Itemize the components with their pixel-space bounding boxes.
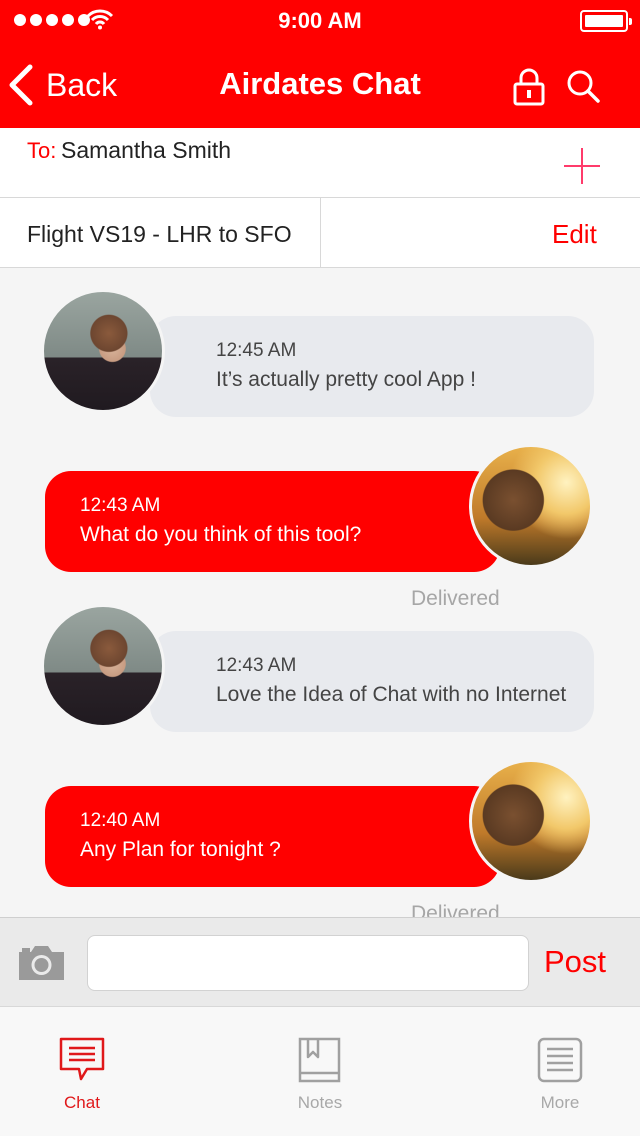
chat-icon [59,1037,105,1081]
avatar[interactable] [41,604,165,728]
lock-icon[interactable] [512,66,546,106]
edit-button[interactable]: Edit [552,219,597,250]
notes-icon [298,1037,341,1083]
message-bubble-outgoing[interactable]: 12:40 AM Any Plan for tonight ? [45,786,500,887]
flight-bar: Flight VS19 - LHR to SFO Edit [0,198,640,268]
search-icon[interactable] [565,68,601,104]
tab-more[interactable]: More [480,1007,640,1136]
message-text: Love the Idea of Chat with no Internet [216,683,567,706]
tab-label: Chat [64,1093,100,1112]
avatar[interactable] [41,289,165,413]
post-button[interactable]: Post [544,944,606,980]
message-text: Any Plan for tonight ? [80,838,281,861]
tab-bar: Chat Notes More [0,1006,640,1136]
app-header: 9:00 AM Back Airdates Chat [0,0,640,128]
message-time: 12:45 AM [216,340,297,361]
camera-icon[interactable] [16,944,67,982]
message-input[interactable] [87,935,529,991]
to-label: To: [27,138,57,163]
battery-icon [580,10,632,32]
flight-label: Flight VS19 - LHR to SFO [27,221,292,247]
message-time: 12:43 AM [80,495,161,516]
message-text: It’s actually pretty cool App ! [216,368,476,391]
avatar[interactable] [469,444,593,568]
delivery-status: Delivered [411,587,500,610]
tab-notes[interactable]: Notes [240,1007,400,1136]
tab-label: More [540,1093,580,1112]
message-time: 12:40 AM [80,810,161,831]
avatar[interactable] [469,759,593,883]
message-list[interactable]: 12:45 AM It’s actually pretty cool App !… [0,269,640,917]
message-bubble-outgoing[interactable]: 12:43 AM What do you think of this tool? [45,471,500,572]
message-bubble-incoming[interactable]: 12:43 AM Love the Idea of Chat with no I… [150,631,594,732]
add-recipient-icon[interactable] [562,146,602,186]
recipient-name[interactable]: Samantha Smith [61,137,231,164]
message-text: What do you think of this tool? [80,523,362,546]
divider [320,198,321,268]
recipient-bar: To: Samantha Smith [0,128,640,198]
status-time: 9:00 AM [278,8,362,33]
message-time: 12:43 AM [216,655,297,676]
message-composer: Post [0,917,640,1006]
tab-label: Notes [297,1093,343,1112]
message-bubble-incoming[interactable]: 12:45 AM It’s actually pretty cool App ! [150,316,594,417]
status-bar: 9:00 AM [0,0,640,42]
more-icon [537,1037,583,1083]
tab-chat[interactable]: Chat [2,1007,162,1136]
delivery-status: Delivered [411,902,500,917]
